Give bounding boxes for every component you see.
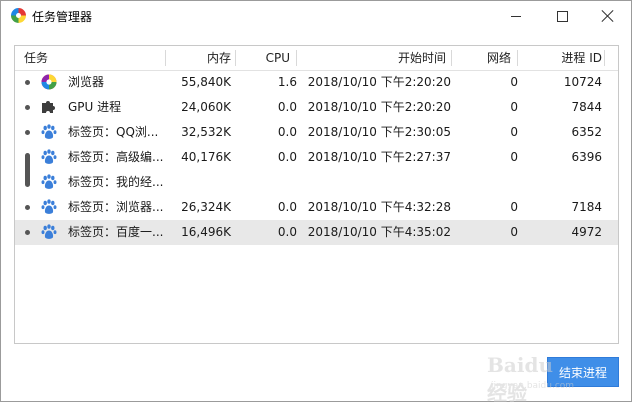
process-table: 任务 内存 CPU 开始时间 网络 进程 ID 浏览器 55,840K 1.6 … [14, 45, 619, 344]
column-header-memory[interactable]: 内存 [165, 46, 231, 70]
column-header-task[interactable]: 任务 [24, 46, 48, 70]
cpu-value: 0.0 [277, 125, 297, 139]
watermark: Baidu 经验 jingyan.baidu.com [487, 351, 574, 405]
network-value: 0 [510, 75, 518, 89]
bullet-icon [25, 105, 30, 110]
table-header: 任务 内存 CPU 开始时间 网络 进程 ID [15, 46, 618, 71]
cpu-value: 0.0 [277, 225, 297, 239]
pid-value: 7844 [571, 100, 602, 114]
paw-icon [41, 149, 57, 164]
maximize-icon [556, 10, 568, 22]
table-row-selected[interactable]: 标签页：百度一... 16,496K 0.0 2018/10/10 下午4:35… [15, 220, 618, 245]
paw-icon [41, 224, 57, 239]
task-name: 标签页：浏览器... [68, 200, 164, 214]
table-row[interactable]: 标签页：浏览器... 26,324K 0.0 2018/10/10 下午4:32… [15, 195, 618, 220]
paw-icon [41, 199, 57, 214]
start-time-value: 2018/10/10 下午2:20:20 [307, 75, 451, 89]
paw-icon [41, 124, 57, 139]
column-header-pid[interactable]: 进程 ID [517, 46, 602, 70]
task-name: 标签页：我的经... [68, 175, 164, 189]
memory-value: 32,532K [181, 125, 231, 139]
cpu-value: 0.0 [277, 150, 297, 164]
memory-value: 16,496K [181, 225, 231, 239]
close-icon [602, 10, 614, 22]
pid-value: 7184 [571, 200, 602, 214]
memory-value: 55,840K [181, 75, 231, 89]
start-time-value: 2018/10/10 下午4:32:28 [307, 200, 451, 214]
minimize-button[interactable] [493, 1, 539, 31]
table-row[interactable]: GPU 进程 24,060K 0.0 2018/10/10 下午2:20:20 … [15, 95, 618, 120]
start-time-value: 2018/10/10 下午2:27:37 [307, 150, 451, 164]
cpu-value: 0.0 [277, 200, 297, 214]
column-header-start-time[interactable]: 开始时间 [296, 46, 446, 70]
network-value: 0 [510, 225, 518, 239]
close-button[interactable] [585, 1, 631, 31]
watermark-url: jingyan.baidu.com [491, 381, 575, 391]
paw-icon [41, 174, 57, 189]
column-header-network[interactable]: 网络 [451, 46, 511, 70]
table-row[interactable]: 浏览器 55,840K 1.6 2018/10/10 下午2:20:20 0 1… [15, 70, 618, 95]
watermark-brand: Baidu 经验 [487, 353, 553, 405]
task-name: 标签页：百度一... [68, 225, 164, 239]
app-logo-icon [11, 8, 26, 23]
column-header-cpu[interactable]: CPU [235, 46, 290, 70]
pid-value: 4972 [571, 225, 602, 239]
bullet-icon [25, 80, 30, 85]
pid-value: 6396 [571, 150, 602, 164]
minimize-icon [511, 15, 521, 17]
browser-logo-icon [41, 74, 57, 90]
puzzle-icon [42, 101, 55, 113]
task-manager-window: 任务管理器 任务 内存 CPU 开始时间 网络 进程 ID 浏览器 55,840… [0, 0, 632, 405]
table-row[interactable]: 标签页：QQ浏... 32,532K 0.0 2018/10/10 下午2:30… [15, 120, 618, 145]
start-time-value: 2018/10/10 下午2:20:20 [307, 100, 451, 114]
network-value: 0 [510, 200, 518, 214]
memory-value: 26,324K [181, 200, 231, 214]
memory-value: 24,060K [181, 100, 231, 114]
column-separator[interactable] [604, 50, 605, 66]
task-name: GPU 进程 [68, 100, 122, 114]
table-row[interactable]: 标签页：高级编... 40,176K 0.0 2018/10/10 下午2:27… [15, 145, 618, 170]
network-value: 0 [510, 150, 518, 164]
bullet-icon [25, 130, 30, 135]
network-value: 0 [510, 100, 518, 114]
start-time-value: 2018/10/10 下午4:35:02 [307, 225, 451, 239]
pid-value: 6352 [571, 125, 602, 139]
task-name: 标签页：QQ浏... [68, 125, 159, 139]
memory-value: 40,176K [181, 150, 231, 164]
bullet-icon [25, 230, 30, 235]
cpu-value: 0.0 [277, 100, 297, 114]
table-row[interactable]: 标签页：我的经... [15, 170, 618, 195]
network-value: 0 [510, 125, 518, 139]
start-time-value: 2018/10/10 下午2:30:05 [307, 125, 451, 139]
task-name: 浏览器 [68, 75, 105, 89]
window-title: 任务管理器 [32, 10, 93, 24]
task-name: 标签页：高级编... [68, 150, 164, 164]
maximize-button[interactable] [539, 1, 585, 31]
bullet-icon [25, 205, 30, 210]
cpu-value: 1.6 [277, 75, 297, 89]
title-bar[interactable]: 任务管理器 [1, 1, 631, 31]
pid-value: 10724 [563, 75, 602, 89]
